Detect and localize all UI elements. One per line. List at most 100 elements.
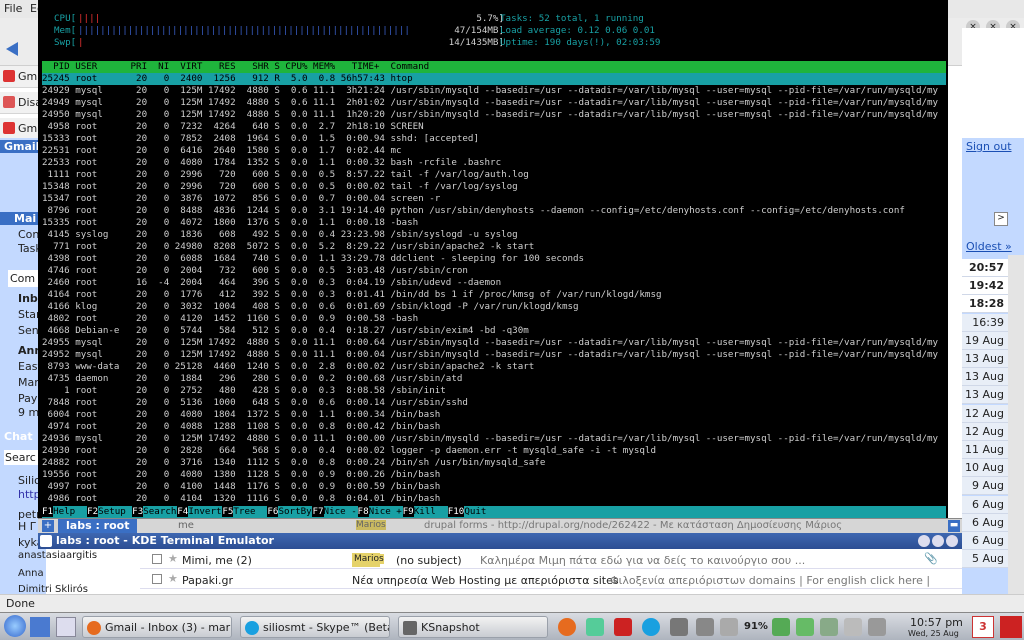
menu-file[interactable]: File	[4, 2, 22, 15]
clock-date: Wed, 25 Aug	[908, 629, 959, 638]
star-icon[interactable]: ★	[168, 552, 178, 565]
fkey-quit-key[interactable]: F10	[447, 506, 465, 517]
process-row[interactable]: 24936 mysql 20 0 125M 17492 4880 S 0.0 1…	[42, 433, 946, 445]
process-row[interactable]: 24882 root 20 0 3716 1340 1112 S 0.0 0.8…	[42, 457, 946, 469]
new-tab-icon[interactable]: +	[42, 520, 54, 532]
mail-label: Marios	[354, 554, 384, 564]
process-table-header[interactable]: PID USER PRI NI VIRT RES SHR S CPU% MEM%…	[42, 61, 946, 73]
task-gmail[interactable]: Gmail - Inbox (3) - marios	[82, 616, 232, 638]
fkey-tree-key[interactable]: F5	[222, 506, 234, 517]
skype-tray-icon[interactable]	[642, 618, 660, 636]
contact-anna[interactable]: Anna	[18, 568, 44, 579]
oldest-link[interactable]: Oldest »	[966, 240, 1012, 253]
process-row[interactable]: 4166 klog 20 0 3032 1004 408 S 0.0 0.6 0…	[42, 301, 946, 313]
process-row[interactable]: 2460 root 16 -4 2004 464 396 S 0.0 0.3 0…	[42, 277, 946, 289]
task-skype[interactable]: siliosmt - Skype™ (Beta)	[240, 616, 390, 638]
process-row[interactable]: 4164 root 20 0 1776 412 392 S 0.0 0.3 0:…	[42, 289, 946, 301]
attachment-icon: 📎	[924, 552, 938, 565]
process-row[interactable]: 24929 mysql 20 0 125M 17492 4880 S 0.6 1…	[42, 85, 946, 97]
logout-icon[interactable]	[1000, 616, 1022, 638]
network-icon[interactable]	[772, 618, 790, 636]
konsole-icon	[40, 535, 52, 547]
process-row[interactable]: 15333 root 20 0 7852 2408 1964 S 0.0 1.5…	[42, 133, 946, 145]
process-row[interactable]: 8793 www-data 20 0 25128 4460 1240 S 0.0…	[42, 361, 946, 373]
process-row[interactable]: 25245 root 20 0 2400 1256 912 R 5.0 0.8 …	[42, 73, 946, 85]
tray-icon-3[interactable]	[868, 618, 886, 636]
mail-row[interactable]: ★ Papaki.gr Νέα υπηρεσία Web Hosting με …	[140, 571, 962, 589]
htop-terminal[interactable]: CPU[ |||| 5.7%] Mem[ |||||||||||||||||||…	[38, 0, 948, 520]
fkey-nice-key[interactable]: F8	[357, 506, 369, 517]
close-icon[interactable]	[946, 535, 958, 547]
checkbox[interactable]	[152, 554, 162, 564]
process-row[interactable]: 1 root 20 0 2752 480 428 S 0.0 0.3 8:08.…	[42, 385, 946, 397]
process-row[interactable]: 4668 Debian-e 20 0 5744 584 512 S 0.0 0.…	[42, 325, 946, 337]
task-ksnapshot[interactable]: KSnapshot	[398, 616, 548, 638]
process-row[interactable]: 15347 root 20 0 3876 1072 856 S 0.0 0.7 …	[42, 193, 946, 205]
fkey-sortby-key[interactable]: F6	[267, 506, 279, 517]
fkey-kill-key[interactable]: F9	[402, 506, 414, 517]
skype-icon	[245, 621, 259, 635]
process-row[interactable]: 24952 mysql 20 0 125M 17492 4880 S 0.0 1…	[42, 349, 946, 361]
process-row[interactable]: 19556 root 20 0 4080 1380 1128 S 0.0 0.9…	[42, 469, 946, 481]
fkey-nice-key[interactable]: F7	[312, 506, 324, 517]
package-icon[interactable]	[586, 618, 604, 636]
process-row[interactable]: 24950 mysql 20 0 125M 17492 4880 S 0.0 1…	[42, 109, 946, 121]
process-row[interactable]: 4802 root 20 0 4120 1452 1160 S 0.0 0.9 …	[42, 313, 946, 325]
sign-out-link[interactable]: Sign out	[966, 140, 1012, 153]
klipper-icon[interactable]	[820, 618, 838, 636]
next-page-icon[interactable]: >	[994, 212, 1008, 226]
process-row[interactable]: 4958 root 20 0 7232 4264 640 S 0.0 2.7 2…	[42, 121, 946, 133]
process-row[interactable]: 4735 daemon 20 0 1884 296 280 S 0.0 0.2 …	[42, 373, 946, 385]
process-row[interactable]: 15335 root 20 0 4072 1800 1376 S 0.0 1.1…	[42, 217, 946, 229]
update-icon[interactable]	[796, 618, 814, 636]
close-tab-icon[interactable]: ▬	[948, 520, 960, 532]
process-row[interactable]: 4746 root 20 0 2004 732 600 S 0.0 0.5 3:…	[42, 265, 946, 277]
kde-menu-icon[interactable]	[4, 615, 26, 637]
clock-time[interactable]: 10:57 pm	[910, 616, 963, 629]
desktop-pager-icon[interactable]: 3	[972, 616, 994, 638]
process-row[interactable]: 771 root 20 0 24980 8208 5072 S 0.0 5.2 …	[42, 241, 946, 253]
fkey-setup-key[interactable]: F2	[87, 506, 99, 517]
tray-icon-2[interactable]	[844, 618, 862, 636]
keyboard-icon[interactable]	[696, 618, 714, 636]
checkbox[interactable]	[152, 574, 162, 584]
back-icon[interactable]	[6, 42, 18, 56]
contact-anastasia[interactable]: anastasiaargitis	[18, 550, 97, 561]
konsole-tab[interactable]: labs : root	[58, 519, 138, 533]
process-row[interactable]: 4398 root 20 0 6088 1684 740 S 0.0 1.1 3…	[42, 253, 946, 265]
filezilla-icon[interactable]	[614, 618, 632, 636]
fkey-help-key[interactable]: F1	[42, 506, 54, 517]
camera-icon	[403, 621, 417, 635]
firefox-launcher-icon[interactable]	[558, 618, 576, 636]
process-row[interactable]: 4145 syslog 20 0 1836 608 492 S 0.0 0.4 …	[42, 229, 946, 241]
process-row[interactable]: 4974 root 20 0 4088 1288 1108 S 0.0 0.8 …	[42, 421, 946, 433]
minimize-icon[interactable]	[918, 535, 930, 547]
process-row[interactable]: 24949 mysql 20 0 125M 17492 4880 S 0.6 1…	[42, 97, 946, 109]
cpu-label: CPU[	[54, 13, 77, 24]
process-row[interactable]: 1111 root 20 0 2996 720 600 S 0.0 0.5 8:…	[42, 169, 946, 181]
process-row[interactable]: 8796 root 20 0 8488 4836 1244 S 0.0 3.1 …	[42, 205, 946, 217]
tray-icon[interactable]	[670, 618, 688, 636]
mail-date: 13 Aug	[962, 350, 1008, 368]
volume-icon[interactable]	[720, 618, 738, 636]
process-row[interactable]: 4997 root 20 0 4100 1448 1176 S 0.0 0.9 …	[42, 481, 946, 493]
process-row[interactable]: 24930 root 20 0 2828 664 568 S 0.0 0.4 0…	[42, 445, 946, 457]
function-key-bar: F1Help F2Setup F3SearchF4InvertF5Tree F6Sor…	[42, 506, 946, 518]
process-row[interactable]: 22533 root 20 0 4080 1784 1352 S 0.0 1.1…	[42, 157, 946, 169]
desktop-icon[interactable]	[56, 617, 76, 637]
process-row[interactable]: 22531 root 20 0 6416 2640 1580 S 0.0 1.7…	[42, 145, 946, 157]
mail-date: 19 Aug	[962, 331, 1008, 350]
fkey-invert-key[interactable]: F4	[177, 506, 189, 517]
process-row[interactable]: 6004 root 20 0 4080 1804 1372 S 0.0 1.1 …	[42, 409, 946, 421]
scrollbar[interactable]	[1008, 255, 1024, 595]
mail-row[interactable]: ★ Mimi, me (2) Marios (no subject) Καλημ…	[140, 551, 962, 569]
fkey-search-key[interactable]: F3	[132, 506, 144, 517]
process-row[interactable]: 7848 root 20 0 5136 1000 648 S 0.0 0.6 0…	[42, 397, 946, 409]
star-icon[interactable]: ★	[168, 572, 178, 585]
mem-value: 47/154MB]	[454, 25, 504, 36]
process-row[interactable]: 15348 root 20 0 2996 720 600 S 0.0 0.5 0…	[42, 181, 946, 193]
process-row[interactable]: 4986 root 20 0 4104 1320 1116 S 0.0 0.8 …	[42, 493, 946, 505]
star-launcher-icon[interactable]	[30, 617, 50, 637]
process-row[interactable]: 24955 mysql 20 0 125M 17492 4880 S 0.0 1…	[42, 337, 946, 349]
maximize-icon[interactable]	[932, 535, 944, 547]
